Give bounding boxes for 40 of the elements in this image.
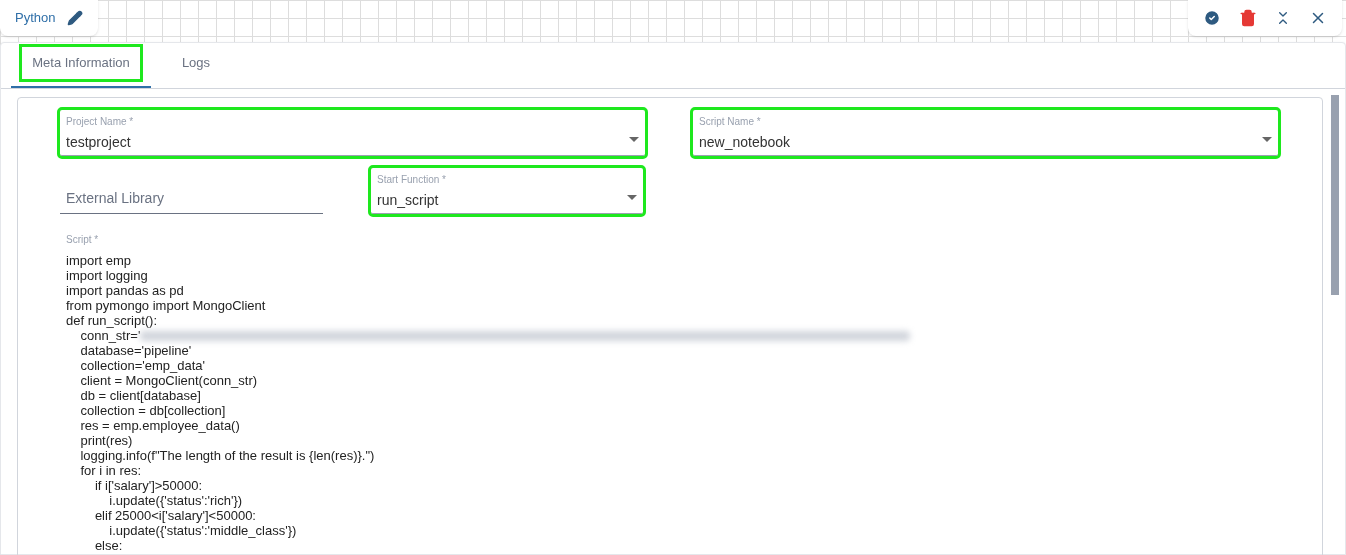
start-function-select[interactable]: Start Function * run_script [371, 168, 643, 214]
field-label: Script Name * [699, 116, 761, 128]
field-value: testproject [66, 133, 131, 152]
dropdown-caret-icon [629, 137, 639, 142]
code-line: logging.info(f"The length of the result is {len(res)}.") [79, 448, 375, 463]
code-line: database='pipeline' [79, 343, 192, 358]
code-line: if i['salary']>50000: [93, 478, 203, 493]
dropdown-caret-icon [1262, 137, 1272, 142]
code-line: for i in res: [79, 463, 142, 478]
code-line: conn_str=' [79, 328, 141, 343]
delete-icon[interactable] [1239, 9, 1257, 27]
code-line: client = MongoClient(conn_str) [79, 373, 258, 388]
code-line: i.update({'status':'rich'}) [108, 493, 243, 508]
code-line: collection = db[collection] [79, 403, 226, 418]
code-line: db = client[database] [79, 388, 201, 403]
code-line: import emp [66, 253, 132, 268]
code-line: else: [93, 538, 123, 553]
tab[interactable]: Meta Information [11, 44, 151, 88]
field-value: new_notebook [699, 133, 791, 152]
field-label: Start Function * [377, 174, 446, 186]
code-line: import pandas as pd [66, 283, 184, 298]
code-line: print(res) [79, 433, 133, 448]
code-line: res = emp.employee_data() [79, 418, 240, 433]
code-line: import logging [66, 268, 148, 283]
code-line: i.update({'status':'middle_class'}) [108, 523, 297, 538]
code-line: elif 25000<i['salary']<50000: [93, 508, 256, 523]
edit-icon[interactable] [67, 10, 84, 26]
script-label: Script * [66, 233, 99, 247]
field-label: Project Name * [66, 116, 134, 128]
external-library-field[interactable]: External Library [60, 182, 323, 214]
code-line: def run_script(): [66, 313, 158, 328]
script-name-select[interactable]: Script Name * new_notebook [693, 110, 1278, 156]
project-name-select[interactable]: Project Name * testproject [60, 110, 645, 156]
field-value: run_script [377, 191, 439, 210]
tab[interactable]: Logs [151, 44, 241, 88]
code-line: collection='emp_data' [79, 358, 206, 373]
validate-icon[interactable] [1203, 9, 1221, 27]
dropdown-caret-icon [627, 195, 637, 200]
code-line: from pymongo import MongoClient [66, 298, 266, 313]
node-title: Python [15, 9, 56, 28]
